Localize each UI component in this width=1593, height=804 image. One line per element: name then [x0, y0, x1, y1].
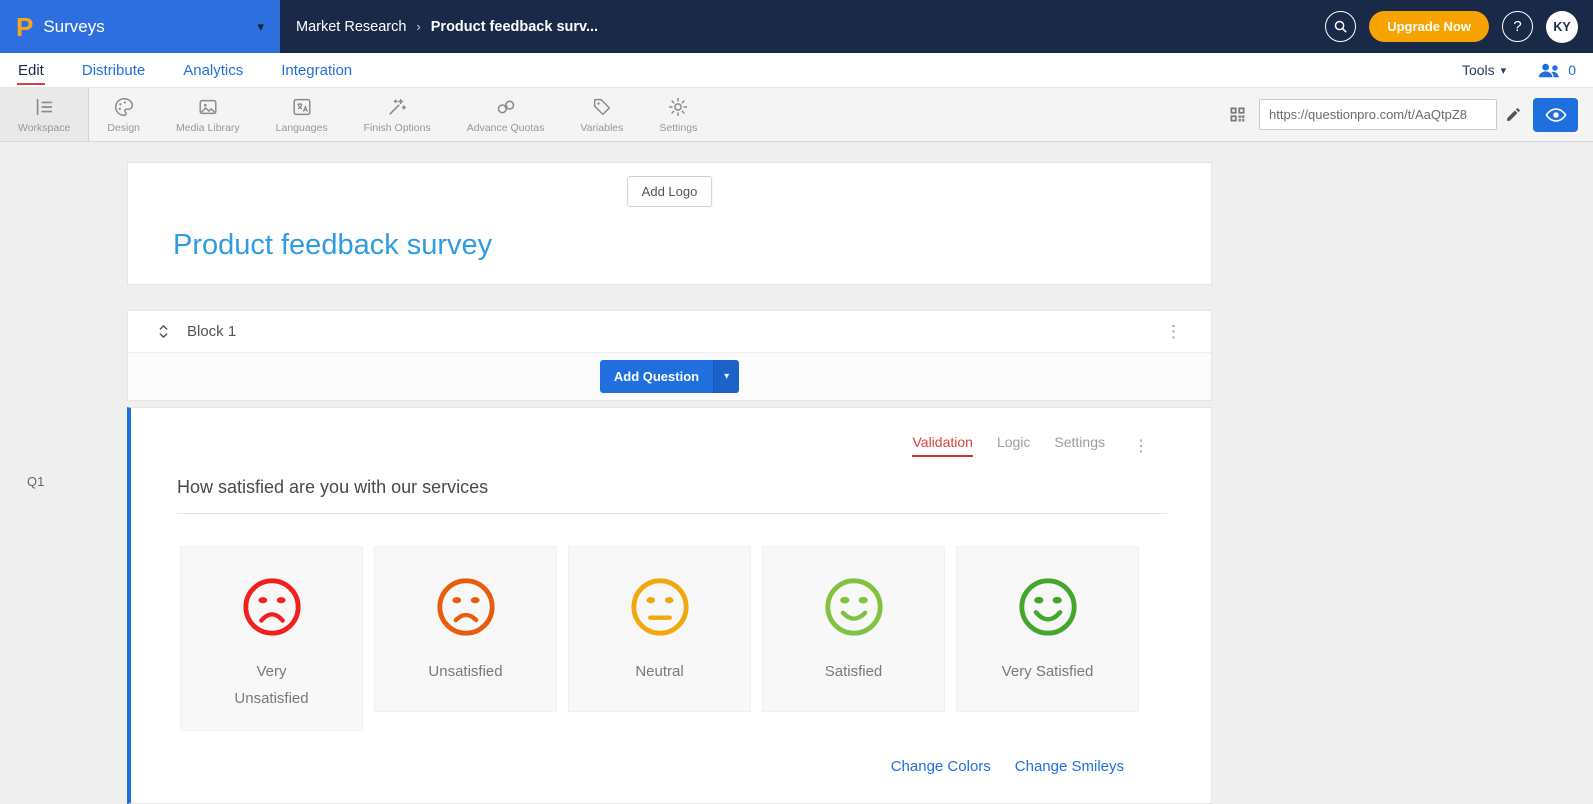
- option-very-unsatisfied[interactable]: Very Unsatisfied: [180, 546, 363, 731]
- tab-edit[interactable]: Edit: [17, 55, 45, 85]
- question-card: Q1 Validation Logic Settings ⋮ How satis…: [27, 407, 1212, 804]
- block-card: Block 1 ⋮ Add Question ▾: [127, 310, 1212, 401]
- unsatisfied-smiley-icon: [435, 576, 497, 638]
- chevron-down-icon: ▾: [724, 371, 730, 382]
- toolbar-item-label: Finish Options: [363, 121, 431, 134]
- help-button[interactable]: ?: [1502, 11, 1533, 42]
- languages-icon: [291, 96, 313, 118]
- question-text[interactable]: How satisfied are you with our services: [177, 477, 1167, 514]
- toolbar-item-settings[interactable]: Settings: [641, 88, 715, 141]
- option-label: Unsatisfied: [428, 663, 503, 680]
- tools-menu[interactable]: Tools ▾: [1462, 62, 1506, 78]
- editor-toolbar: Workspace Design Media Library Languages…: [0, 88, 1593, 142]
- option-unsatisfied[interactable]: Unsatisfied: [374, 546, 557, 712]
- tab-validation[interactable]: Validation: [912, 434, 973, 457]
- tab-distribute[interactable]: Distribute: [81, 55, 146, 85]
- tools-label: Tools: [1461, 62, 1495, 78]
- question-footer-links: Change Colors Change Smileys: [131, 758, 1124, 775]
- tab-question-settings[interactable]: Settings: [1054, 434, 1105, 457]
- option-label: Neutral: [635, 663, 684, 680]
- toolbar-item-finish-options[interactable]: Finish Options: [346, 88, 449, 141]
- add-question-button-group: Add Question ▾: [599, 360, 740, 393]
- survey-header-card: Add Logo Product feedback survey: [127, 162, 1212, 285]
- option-label: Very Satisfied: [1001, 663, 1094, 680]
- tab-integration[interactable]: Integration: [280, 55, 353, 85]
- search-button[interactable]: [1325, 11, 1357, 42]
- collaborators-button[interactable]: 0: [1537, 62, 1576, 79]
- media-library-icon: [197, 96, 219, 118]
- workspace-icon: [33, 96, 55, 118]
- chevron-down-icon: ▾: [1500, 64, 1507, 77]
- upgrade-now-button[interactable]: Upgrade Now: [1369, 11, 1489, 42]
- toolbar-item-media-library[interactable]: Media Library: [158, 88, 258, 141]
- survey-title[interactable]: Product feedback survey: [173, 229, 492, 262]
- toolbar-item-label: Languages: [275, 121, 328, 134]
- option-very-satisfied[interactable]: Very Satisfied: [956, 546, 1139, 712]
- collaborators-count: 0: [1568, 62, 1576, 78]
- topbar-actions: Upgrade Now ? KY: [1325, 10, 1593, 43]
- chevron-down-icon: ▾: [257, 18, 264, 34]
- product-switcher[interactable]: P Surveys ▾: [0, 0, 280, 53]
- people-icon: [1537, 62, 1561, 79]
- qr-code-button[interactable]: [1227, 104, 1248, 125]
- breadcrumb-parent[interactable]: Market Research: [296, 19, 406, 35]
- toolbar-item-label: Design: [107, 121, 141, 134]
- change-smileys-link[interactable]: Change Smileys: [1015, 758, 1124, 775]
- block-menu-dots-icon[interactable]: ⋮: [1165, 323, 1183, 340]
- question-menu-dots-icon[interactable]: ⋮: [1133, 436, 1149, 456]
- question-number-label: Q1: [27, 474, 45, 489]
- tab-logic[interactable]: Logic: [997, 434, 1030, 457]
- very-satisfied-smiley-icon: [1017, 576, 1079, 638]
- option-satisfied[interactable]: Satisfied: [762, 546, 945, 712]
- breadcrumb: Market Research › Product feedback surv.…: [296, 19, 598, 35]
- change-colors-link[interactable]: Change Colors: [891, 758, 991, 775]
- add-logo-button[interactable]: Add Logo: [626, 176, 713, 207]
- top-bar: P Surveys ▾ Market Research › Product fe…: [0, 0, 1593, 53]
- add-question-row: Add Question ▾: [128, 353, 1211, 400]
- advance-quotas-icon: [495, 96, 517, 118]
- eye-icon: [1544, 107, 1567, 123]
- toolbar-item-label: Settings: [659, 121, 698, 134]
- toolbar-item-variables[interactable]: Variables: [562, 88, 641, 141]
- search-icon: [1333, 19, 1348, 34]
- preview-survey-button[interactable]: [1533, 97, 1578, 132]
- survey-editor-canvas: Add Logo Product feedback survey Block 1…: [0, 142, 1593, 804]
- toolbar-item-advance-quotas[interactable]: Advance Quotas: [449, 88, 563, 141]
- block-header: Block 1 ⋮: [128, 311, 1211, 353]
- tab-analytics[interactable]: Analytics: [182, 55, 244, 85]
- neutral-smiley-icon: [629, 576, 691, 638]
- settings-icon: [667, 96, 689, 118]
- question-tabs: Validation Logic Settings ⋮: [131, 408, 1211, 457]
- toolbar-item-languages[interactable]: Languages: [258, 88, 346, 141]
- breadcrumb-separator-icon: ›: [416, 19, 421, 34]
- toolbar-item-label: Advance Quotas: [466, 121, 545, 134]
- satisfied-smiley-icon: [823, 576, 885, 638]
- toolbar-item-workspace[interactable]: Workspace: [0, 88, 90, 141]
- toolbar-item-label: Variables: [580, 121, 624, 134]
- add-question-button[interactable]: Add Question: [599, 360, 714, 393]
- breadcrumb-current[interactable]: Product feedback surv...: [431, 19, 598, 35]
- questionpro-logo-icon: P: [16, 11, 34, 42]
- avatar[interactable]: KY: [1546, 10, 1578, 43]
- toolbar-item-label: Workspace: [18, 121, 71, 134]
- smiley-options: Very Unsatisfied Unsatisfied Neutral Sat…: [180, 546, 1211, 731]
- variables-icon: [591, 96, 613, 118]
- finish-options-icon: [386, 96, 408, 118]
- edit-url-pencil-icon[interactable]: [1505, 106, 1522, 123]
- main-nav: Edit Distribute Analytics Integration To…: [0, 53, 1593, 88]
- option-label: Satisfied: [824, 663, 883, 680]
- survey-url-input[interactable]: [1259, 99, 1497, 130]
- option-label: Very Unsatisfied: [234, 663, 309, 707]
- design-icon: [113, 96, 135, 118]
- toolbar-item-design[interactable]: Design: [89, 88, 158, 141]
- product-name: Surveys: [43, 16, 105, 36]
- block-name[interactable]: Block 1: [187, 323, 236, 340]
- option-neutral[interactable]: Neutral: [568, 546, 751, 712]
- very-unsatisfied-smiley-icon: [241, 576, 303, 638]
- collapse-block-icon[interactable]: [156, 323, 171, 340]
- toolbar-item-label: Media Library: [176, 121, 240, 134]
- add-question-dropdown[interactable]: ▾: [713, 360, 740, 393]
